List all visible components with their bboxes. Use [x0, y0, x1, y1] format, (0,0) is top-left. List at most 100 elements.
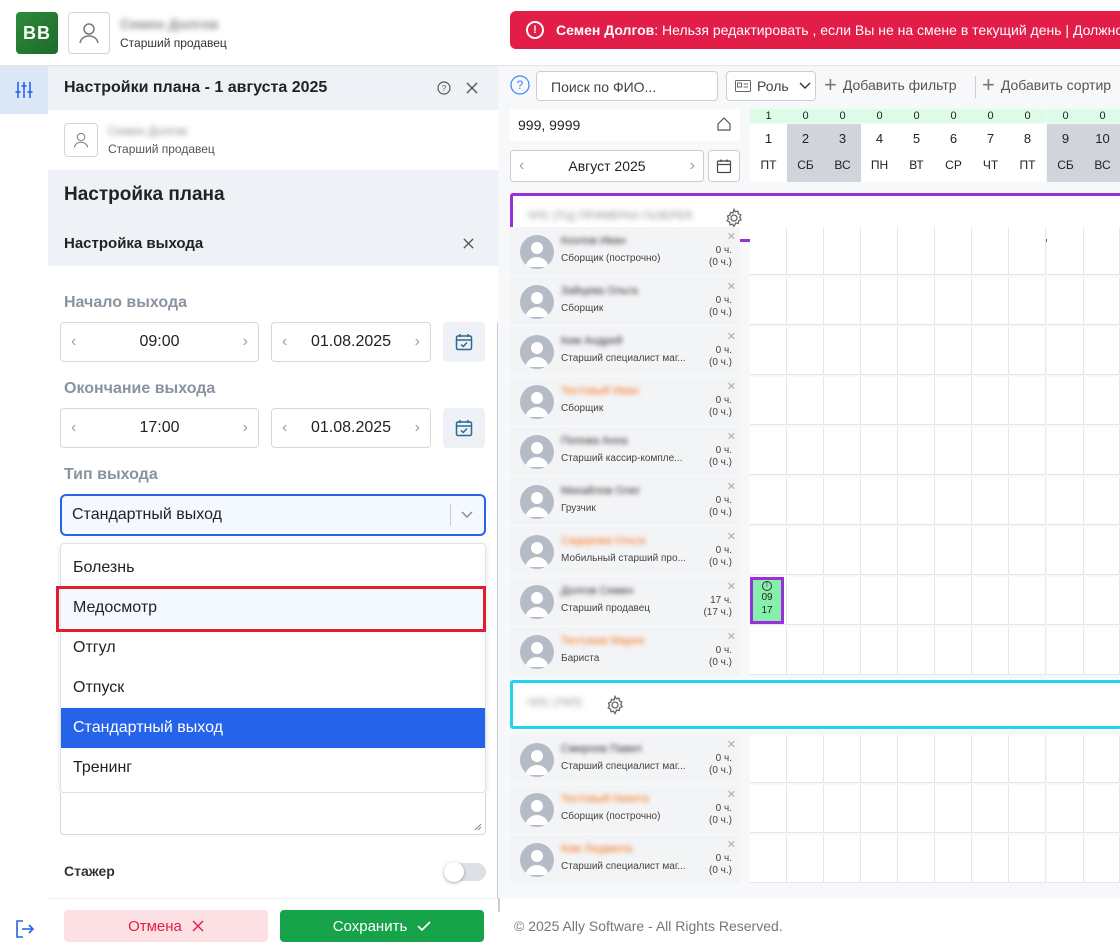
- schedule-cell[interactable]: [1084, 577, 1120, 625]
- schedule-cell[interactable]: [787, 277, 824, 325]
- schedule-cell[interactable]: [750, 735, 787, 783]
- day-column-header[interactable]: 6 СР: [935, 124, 972, 182]
- close-icon[interactable]: ✕: [727, 330, 736, 343]
- schedule-cell[interactable]: [1084, 835, 1120, 883]
- day-column-header[interactable]: 4 ПН: [861, 124, 898, 182]
- option-standard[interactable]: Стандартный выход: [61, 708, 485, 748]
- schedule-cell[interactable]: [898, 327, 935, 375]
- help-button[interactable]: ?: [437, 81, 451, 95]
- chevron-right-icon[interactable]: ›: [690, 157, 695, 175]
- comment-textarea[interactable]: [60, 793, 486, 835]
- schedule-cell[interactable]: [898, 227, 935, 275]
- chevron-down-icon[interactable]: [460, 509, 474, 521]
- schedule-cell[interactable]: [1084, 227, 1120, 275]
- schedule-cell[interactable]: [750, 627, 787, 675]
- schedule-cell[interactable]: [1009, 527, 1046, 575]
- schedule-cell[interactable]: [1084, 377, 1120, 425]
- employee-row[interactable]: Смирнов Павел Старший специалист маг... 0 …: [510, 735, 740, 783]
- home-icon[interactable]: [716, 116, 732, 132]
- schedule-cell[interactable]: [935, 785, 972, 833]
- schedule-cell[interactable]: [898, 277, 935, 325]
- chevron-right-icon[interactable]: ›: [243, 333, 248, 351]
- schedule-cell[interactable]: [750, 427, 787, 475]
- schedule-cell[interactable]: [824, 427, 861, 475]
- app-logo[interactable]: BB: [16, 12, 58, 54]
- add-filter-button[interactable]: + Добавить фильтр: [824, 74, 957, 96]
- chevron-right-icon[interactable]: ›: [415, 419, 420, 437]
- schedule-cell[interactable]: [824, 577, 861, 625]
- day-column-header[interactable]: 7 ЧТ: [972, 124, 1009, 182]
- option-day-off[interactable]: Отгул: [61, 628, 485, 668]
- schedule-cell[interactable]: [898, 577, 935, 625]
- schedule-cell[interactable]: [1084, 277, 1120, 325]
- schedule-cell[interactable]: [1084, 327, 1120, 375]
- close-subsection-button[interactable]: [462, 237, 475, 250]
- schedule-cell[interactable]: [935, 277, 972, 325]
- schedule-cell[interactable]: [1009, 477, 1046, 525]
- end-date-field[interactable]: ‹ 01.08.2025 ›: [271, 408, 431, 448]
- close-panel-button[interactable]: [465, 81, 479, 95]
- trainee-toggle[interactable]: [444, 862, 486, 882]
- schedule-cell[interactable]: [972, 227, 1009, 275]
- employee-row[interactable]: Тестовый Иван Сборщик 0 ч. (0 ч.) ✕: [510, 377, 740, 425]
- schedule-cell[interactable]: [824, 835, 861, 883]
- schedule-cell[interactable]: [824, 227, 861, 275]
- schedule-cell[interactable]: [972, 735, 1009, 783]
- gear-icon[interactable]: [724, 208, 744, 228]
- group-row-2[interactable]: ЧПС (ТКП): [510, 680, 1120, 729]
- schedule-cell[interactable]: [898, 427, 935, 475]
- type-select[interactable]: Стандартный выход: [60, 494, 486, 536]
- schedule-cell[interactable]: [1047, 835, 1084, 883]
- schedule-cell[interactable]: [1009, 627, 1046, 675]
- day-column-header[interactable]: 2 СБ: [787, 124, 824, 182]
- schedule-cell[interactable]: [861, 377, 898, 425]
- end-time-field[interactable]: ‹ 17:00 ›: [60, 408, 259, 448]
- schedule-cell[interactable]: [787, 227, 824, 275]
- add-sort-button[interactable]: + Добавить сортир: [982, 74, 1111, 96]
- close-icon[interactable]: ✕: [727, 430, 736, 443]
- store-selector[interactable]: 999, 9999: [510, 109, 740, 141]
- schedule-cell[interactable]: [861, 227, 898, 275]
- schedule-cell[interactable]: [750, 327, 787, 375]
- resize-handle-icon[interactable]: [474, 823, 482, 831]
- chevron-left-icon[interactable]: ‹: [519, 157, 524, 175]
- schedule-cell[interactable]: [1047, 785, 1084, 833]
- schedule-cell[interactable]: [898, 735, 935, 783]
- schedule-cell[interactable]: [1047, 277, 1084, 325]
- shift-cell[interactable]: ! 09 17: [750, 577, 784, 624]
- schedule-cell[interactable]: [898, 477, 935, 525]
- cancel-button[interactable]: Отмена: [64, 910, 268, 942]
- schedule-cell[interactable]: [935, 835, 972, 883]
- option-illness[interactable]: Болезнь: [61, 548, 485, 588]
- help-button[interactable]: ?: [510, 75, 530, 95]
- role-filter[interactable]: Роль: [726, 71, 816, 101]
- chevron-left-icon[interactable]: ‹: [71, 333, 76, 351]
- option-vacation[interactable]: Отпуск: [61, 668, 485, 708]
- schedule-cell[interactable]: [1047, 627, 1084, 675]
- schedule-cell[interactable]: [824, 277, 861, 325]
- schedule-cell[interactable]: [1047, 527, 1084, 575]
- schedule-cell[interactable]: [1009, 785, 1046, 833]
- schedule-cell[interactable]: [1047, 327, 1084, 375]
- schedule-cell[interactable]: [861, 277, 898, 325]
- schedule-cell[interactable]: [787, 477, 824, 525]
- schedule-cell[interactable]: [824, 477, 861, 525]
- schedule-cell[interactable]: [935, 327, 972, 375]
- schedule-cell[interactable]: [861, 785, 898, 833]
- user-avatar[interactable]: [68, 12, 110, 54]
- schedule-cell[interactable]: [935, 377, 972, 425]
- schedule-cell[interactable]: [1009, 835, 1046, 883]
- schedule-cell[interactable]: [861, 577, 898, 625]
- schedule-cell[interactable]: [935, 227, 972, 275]
- close-icon[interactable]: ✕: [727, 530, 736, 543]
- schedule-cell[interactable]: [1009, 577, 1046, 625]
- chevron-right-icon[interactable]: ›: [243, 419, 248, 437]
- close-icon[interactable]: ✕: [727, 788, 736, 801]
- schedule-cell[interactable]: [1084, 527, 1120, 575]
- schedule-cell[interactable]: [898, 627, 935, 675]
- schedule-cell[interactable]: [824, 527, 861, 575]
- chevron-right-icon[interactable]: ›: [415, 333, 420, 351]
- schedule-cell[interactable]: [750, 377, 787, 425]
- schedule-cell[interactable]: [787, 427, 824, 475]
- day-column-header[interactable]: 8 ПТ: [1009, 124, 1046, 182]
